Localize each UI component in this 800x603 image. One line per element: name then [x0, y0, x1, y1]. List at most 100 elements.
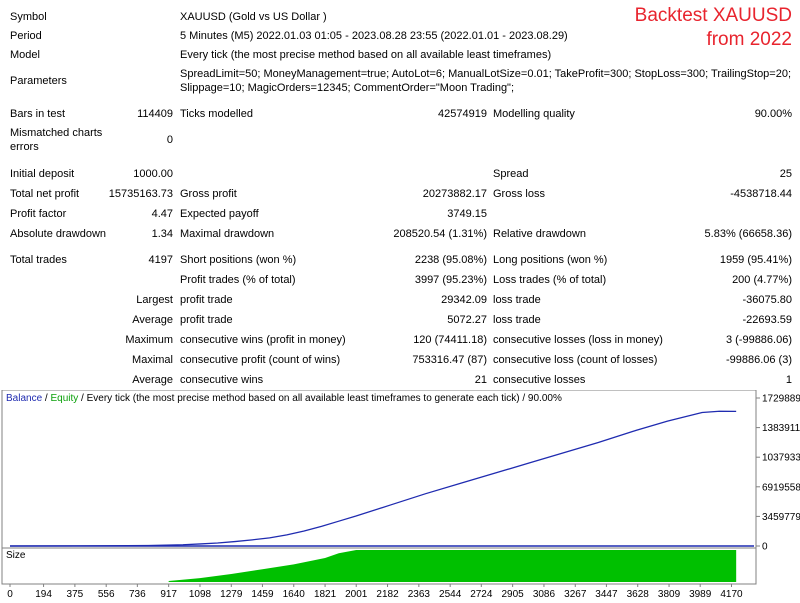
max-consecutive-wins-value: 120 (74411.18) — [413, 334, 487, 346]
largest-loss-trade-label: loss trade — [493, 294, 541, 306]
x-tick-label: 194 — [35, 589, 52, 600]
deposit-label: Initial deposit — [10, 168, 75, 180]
expected-payoff-value: 3749.15 — [447, 208, 487, 220]
x-tick-label: 3447 — [595, 589, 618, 600]
average-profit-trade-label: profit trade — [180, 314, 233, 326]
net-profit-value: 15735163.73 — [108, 188, 173, 200]
y-tick-label: 0 — [762, 542, 768, 553]
maximal-consecutive-loss-label: consecutive loss (count of losses) — [493, 354, 658, 366]
spread-value: 25 — [779, 168, 792, 180]
chart-plot-frame — [1, 389, 757, 549]
quality-label: Modelling quality — [493, 108, 575, 120]
gross-profit-value: 20273882.17 — [422, 188, 487, 200]
legend-equity: Equity — [50, 393, 79, 404]
spread-label: Spread — [493, 168, 529, 180]
x-tick-label: 736 — [129, 589, 146, 600]
profit-factor-value: 4.47 — [151, 208, 173, 220]
x-axis-ticks: 0 194 375 556 736 917 1098 1279 1459 1640 1821 2001… — [7, 584, 743, 600]
long-positions-value: 1959 (95.41%) — [719, 254, 792, 266]
balance-chart: 17298891 13839113 10379335 6919558 3459779 0 … — [1, 389, 800, 600]
mismatch-label-2: errors — [10, 141, 39, 153]
absolute-drawdown-label: Absolute drawdown — [10, 228, 107, 240]
max-consecutive-losses-label: consecutive losses (loss in money) — [493, 334, 663, 346]
x-tick-label: 2905 — [502, 589, 525, 600]
maximal-drawdown-label: Maximal drawdown — [180, 228, 275, 240]
y-tick-label: 10379335 — [762, 453, 800, 464]
size-label: Size — [6, 550, 26, 561]
legend-balance: Balance — [6, 393, 43, 404]
parameters-line-2: Slippage=10; MagicOrders=12345; CommentO… — [180, 82, 515, 94]
promo-line-2: from 2022 — [706, 29, 792, 50]
max-consecutive-losses-value: 3 (-99886.06) — [725, 334, 792, 346]
relative-drawdown-value: 5.83% (66658.36) — [704, 228, 792, 240]
y-tick-label: 3459779 — [762, 512, 800, 523]
ticks-value: 42574919 — [438, 108, 487, 120]
total-trades-label: Total trades — [10, 254, 67, 266]
average-consecutive-label: Average — [132, 374, 173, 386]
short-positions-value: 2238 (95.08%) — [414, 254, 487, 266]
x-tick-label: 2544 — [439, 589, 462, 600]
net-profit-label: Total net profit — [10, 188, 80, 200]
profit-factor-label: Profit factor — [10, 208, 67, 220]
parameters-line-1: SpreadLimit=50; MoneyManagement=true; Au… — [180, 68, 792, 80]
promo-line-1: Backtest XAUUSD — [634, 5, 792, 26]
average-consecutive-losses-value: 1 — [785, 374, 792, 386]
gross-loss-value: -4538718.44 — [730, 188, 792, 200]
promo-overlay: Backtest XAUUSD from 2022 — [635, 4, 792, 52]
period-value: 5 Minutes (M5) 2022.01.03 01:05 - 2023.0… — [180, 30, 568, 42]
maximum-label: Maximum — [125, 334, 173, 346]
x-tick-label: 1279 — [220, 589, 243, 600]
profit-trades-label: Profit trades (% of total) — [180, 274, 296, 286]
x-tick-label: 1640 — [283, 589, 306, 600]
long-positions-label: Long positions (won %) — [493, 254, 608, 266]
x-tick-label: 3809 — [658, 589, 681, 600]
largest-profit-trade-value: 29342.09 — [441, 294, 487, 306]
x-tick-label: 556 — [98, 589, 115, 600]
x-tick-label: 1821 — [314, 589, 337, 600]
average-profit-trade-value: 5072.27 — [447, 314, 487, 326]
y-tick-label: 6919558 — [762, 482, 800, 493]
mismatch-label-1: Mismatched charts — [10, 127, 103, 139]
relative-drawdown-label: Relative drawdown — [493, 228, 586, 240]
x-tick-label: 2182 — [376, 589, 399, 600]
largest-loss-trade-value: -36075.80 — [742, 294, 792, 306]
loss-trades-value: 200 (4.77%) — [732, 274, 792, 286]
period-label: Period — [10, 30, 42, 42]
mismatch-value: 0 — [166, 134, 173, 146]
average-label: Average — [132, 314, 173, 326]
average-loss-trade-label: loss trade — [493, 314, 541, 326]
balance-chart-panel: 17298891 13839113 10379335 6919558 3459779 0 … — [0, 389, 800, 600]
bars-value: 114409 — [137, 108, 173, 120]
model-label: Model — [10, 49, 40, 61]
largest-profit-trade-label: profit trade — [180, 294, 233, 306]
loss-trades-label: Loss trades (% of total) — [493, 274, 607, 286]
gross-loss-label: Gross loss — [493, 188, 545, 200]
bars-label: Bars in test — [10, 108, 66, 120]
symbol-label: Symbol — [10, 11, 47, 23]
symbol-value: XAUUSD (Gold vs US Dollar ) — [180, 11, 327, 23]
y-tick-label: 13839113 — [762, 423, 800, 434]
legend-description: / Every tick (the most precise method ba… — [78, 393, 562, 404]
x-tick-label: 4170 — [720, 589, 743, 600]
absolute-drawdown-value: 1.34 — [151, 228, 173, 240]
x-tick-label: 1098 — [189, 589, 212, 600]
x-tick-label: 2001 — [345, 589, 368, 600]
model-value: Every tick (the most precise method base… — [180, 49, 552, 61]
x-tick-label: 3628 — [627, 589, 650, 600]
x-tick-label: 0 — [7, 589, 13, 600]
parameters-label: Parameters — [10, 75, 67, 87]
max-consecutive-wins-label: consecutive wins (profit in money) — [180, 334, 346, 346]
total-trades-value: 4197 — [148, 254, 173, 266]
average-consecutive-losses-label: consecutive losses — [493, 374, 586, 386]
chart-legend: Balance / Equity / Every tick (the most … — [6, 393, 562, 404]
x-tick-label: 917 — [160, 589, 177, 600]
maximal-label: Maximal — [132, 354, 173, 366]
x-tick-label: 2724 — [470, 589, 493, 600]
maximal-consecutive-profit-label: consecutive profit (count of wins) — [180, 354, 341, 366]
largest-label: Largest — [136, 294, 173, 306]
maximal-drawdown-value: 208520.54 (1.31%) — [393, 228, 487, 240]
average-consecutive-wins-label: consecutive wins — [180, 374, 264, 386]
expected-payoff-label: Expected payoff — [180, 208, 259, 220]
x-tick-label: 1459 — [251, 589, 274, 600]
y-axis-ticks: 17298891 13839113 10379335 6919558 3459779 0 — [756, 394, 800, 553]
